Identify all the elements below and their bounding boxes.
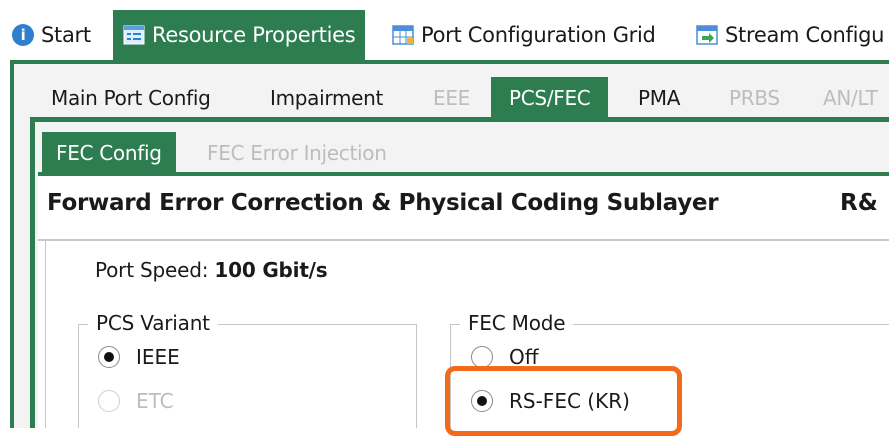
tab-pma-label: PMA bbox=[638, 86, 681, 110]
panel-heading-right: R& bbox=[840, 190, 878, 216]
tab-start-label: Start bbox=[41, 23, 91, 47]
radio-etc-label: ETC bbox=[136, 389, 174, 413]
port-speed-value: 100 Gbit/s bbox=[214, 258, 328, 282]
tab-impairment-label: Impairment bbox=[270, 86, 384, 110]
tab-stream-configuration-label: Stream Configu bbox=[725, 23, 885, 47]
tab-fec-config-label: FEC Config bbox=[56, 141, 162, 165]
tab-start[interactable]: i Start bbox=[12, 10, 91, 60]
tab-resource-properties[interactable]: Resource Properties bbox=[113, 10, 366, 60]
tab-port-configuration-grid[interactable]: Port Configuration Grid bbox=[392, 10, 656, 60]
main-tab-bar: i Start Resource Properties Port Configu… bbox=[0, 0, 889, 62]
tab-an-lt[interactable]: AN/LT bbox=[823, 77, 878, 119]
tab-stream-configuration[interactable]: Stream Configu bbox=[696, 10, 884, 60]
panel-heading: Forward Error Correction & Physical Codi… bbox=[47, 190, 719, 216]
port-speed-label: Port Speed: bbox=[95, 258, 209, 282]
pcs-variant-group: PCS Variant IEEE ETC bbox=[78, 311, 417, 428]
tab-prbs-label: PRBS bbox=[729, 86, 780, 110]
stream-icon bbox=[696, 24, 718, 46]
grid-icon bbox=[392, 24, 414, 46]
radio-ieee-label: IEEE bbox=[136, 345, 180, 369]
highlight-box bbox=[445, 366, 682, 436]
tab-fec-error-injection-label: FEC Error Injection bbox=[207, 141, 387, 165]
tab-fec-config[interactable]: FEC Config bbox=[42, 132, 176, 174]
tab-pcs-fec-label: PCS/FEC bbox=[509, 86, 591, 110]
radio-etc[interactable]: ETC bbox=[98, 389, 174, 413]
tab-pcs-fec[interactable]: PCS/FEC bbox=[491, 77, 609, 119]
tab-eee[interactable]: EEE bbox=[433, 77, 470, 119]
tab-port-configuration-grid-label: Port Configuration Grid bbox=[421, 23, 656, 47]
tab-eee-label: EEE bbox=[433, 86, 471, 110]
info-icon: i bbox=[12, 24, 34, 46]
fec-mode-title: FEC Mode bbox=[460, 311, 574, 335]
tab-pma[interactable]: PMA bbox=[638, 77, 680, 119]
radio-etc-indicator[interactable] bbox=[98, 390, 120, 412]
tab-main-port-config-label: Main Port Config bbox=[51, 86, 211, 110]
tab-an-lt-label: AN/LT bbox=[823, 86, 878, 110]
tab-prbs[interactable]: PRBS bbox=[729, 77, 780, 119]
radio-ieee[interactable]: IEEE bbox=[98, 345, 180, 369]
radio-ieee-indicator[interactable] bbox=[98, 346, 120, 368]
tab-fec-error-injection[interactable]: FEC Error Injection bbox=[207, 132, 387, 174]
port-speed: Port Speed: 100 Gbit/s bbox=[95, 258, 328, 282]
radio-fec-off-indicator[interactable] bbox=[471, 346, 493, 368]
tab-main-port-config[interactable]: Main Port Config bbox=[51, 77, 211, 119]
tab-resource-properties-label: Resource Properties bbox=[152, 23, 356, 47]
properties-icon bbox=[123, 24, 145, 46]
tab-impairment[interactable]: Impairment bbox=[270, 77, 383, 119]
pcs-variant-title: PCS Variant bbox=[88, 311, 218, 335]
radio-selected-dot bbox=[104, 352, 114, 362]
